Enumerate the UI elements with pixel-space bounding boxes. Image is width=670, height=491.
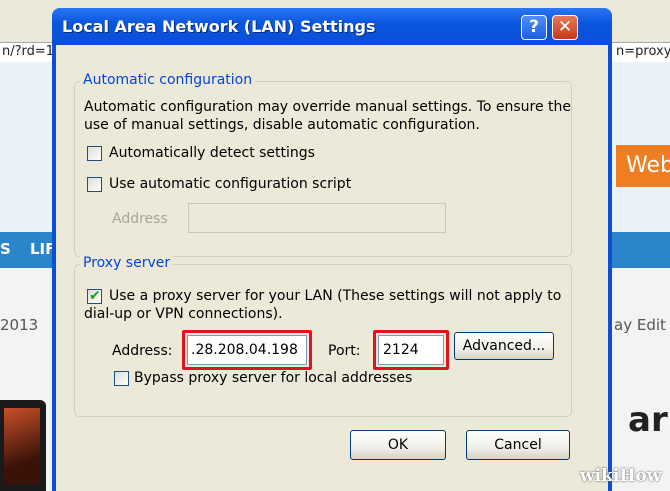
heading-fragment: ar [628,400,668,440]
auto-address-field[interactable] [188,203,446,233]
advanced-button[interactable]: Advanced... [454,332,554,360]
wikihow-watermark: wikiHow [580,466,662,486]
proxy-server-legend: Proxy server [80,255,174,271]
cancel-button[interactable]: Cancel [466,430,570,460]
proxy-address-field[interactable]: .28.208.04.198 [187,335,307,365]
proxy-port-field[interactable]: 2124 [378,335,444,365]
dialog-title: Local Area Network (LAN) Settings [62,17,376,36]
use-proxy-label-line1[interactable]: Use a proxy server for your LAN (These s… [109,288,561,304]
auto-script-checkbox[interactable] [87,177,102,192]
tablet-screen [4,408,40,484]
address-bar-text-right: n=proxy [616,44,670,59]
bypass-local-checkbox[interactable] [114,371,129,386]
use-proxy-checkbox[interactable]: ✔ [87,288,102,304]
auto-config-legend: Automatic configuration [80,72,256,88]
web-badge[interactable]: Web [616,145,670,187]
auto-detect-checkbox[interactable] [87,146,102,161]
proxy-port-label: Port: [328,343,361,359]
dialog-body: Automatic configuration Automatic config… [56,45,608,491]
ok-button[interactable]: OK [350,430,446,460]
auto-config-description-line1: Automatic configuration may override man… [84,99,572,115]
bypass-local-label[interactable]: Bypass proxy server for local addresses [134,370,412,386]
checkmark-icon: ✔ [89,288,101,304]
auto-detect-label[interactable]: Automatically detect settings [109,145,315,161]
close-button[interactable]: ✕ [552,15,578,40]
use-proxy-label-line2[interactable]: dial-up or VPN connections). [84,306,283,322]
date-text: 2013 [0,316,39,334]
auto-address-label: Address [112,211,168,227]
lan-settings-dialog: Local Area Network (LAN) Settings ? ✕ Au… [52,8,612,491]
proxy-address-label: Address: [112,343,173,359]
address-bar-text-left: n/?rd=1 [2,44,55,59]
edit-link[interactable]: ay Edit [614,316,666,334]
auto-config-description-line2: use of manual settings, disable automati… [84,117,480,133]
help-button[interactable]: ? [521,15,547,40]
nav-item-s[interactable]: S [0,240,11,258]
title-bar[interactable]: Local Area Network (LAN) Settings ? ✕ [52,8,612,45]
auto-script-label[interactable]: Use automatic configuration script [109,176,351,192]
